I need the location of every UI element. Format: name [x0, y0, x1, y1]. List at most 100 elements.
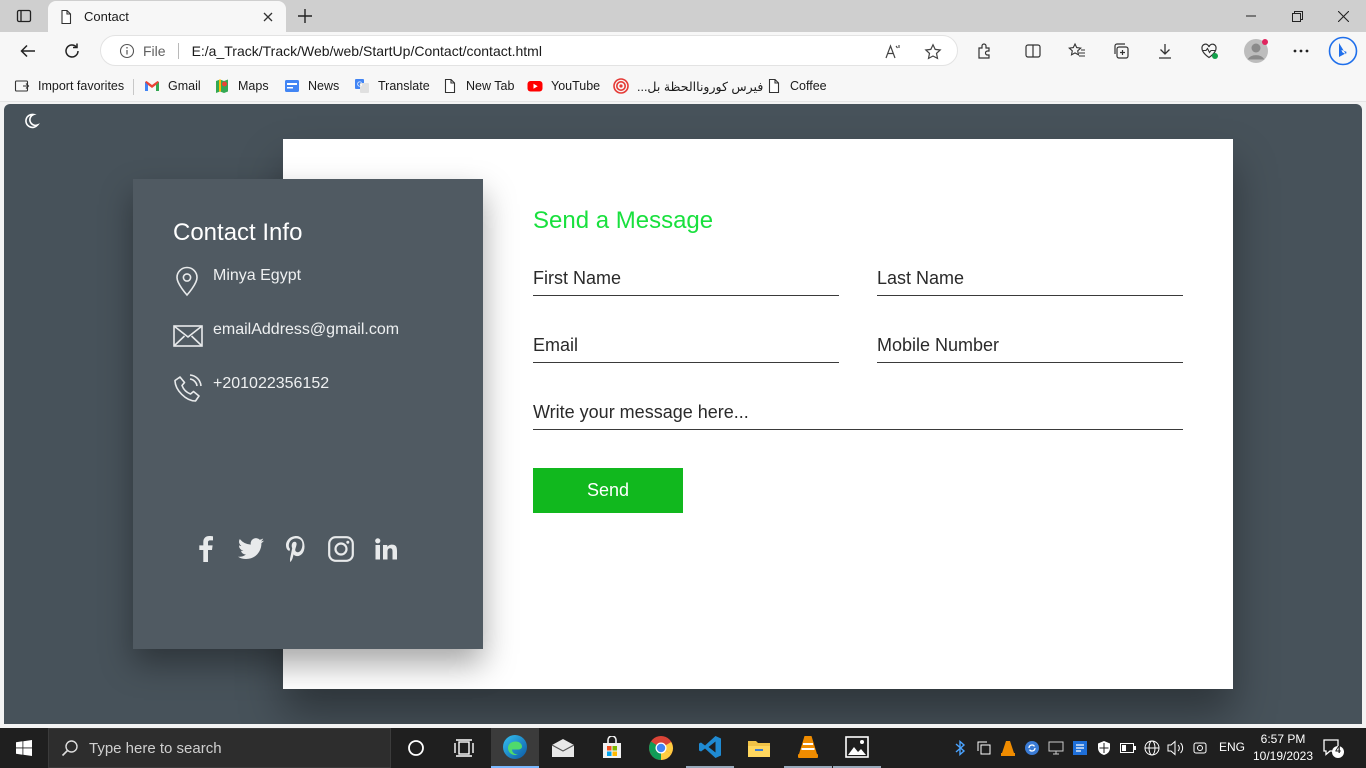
browser-toolbar: File E:/a_Track/Track/Web/web/StartUp/Co… [0, 32, 1366, 70]
favorite-star-icon[interactable] [924, 43, 942, 61]
news-icon [284, 78, 300, 94]
pinterest-icon[interactable] [283, 534, 309, 564]
page-icon [442, 78, 458, 94]
close-tab-icon[interactable] [260, 9, 276, 25]
favorite-news[interactable]: News [284, 77, 339, 95]
address-divider [177, 42, 179, 59]
browser-tab-contact[interactable]: Contact [48, 1, 286, 32]
email-input[interactable] [533, 329, 839, 362]
vlc-taskbar-icon[interactable] [784, 728, 832, 768]
last-name-input[interactable] [877, 262, 1183, 295]
favorite-youtube[interactable]: YouTube [527, 77, 600, 95]
browser-essentials-icon[interactable] [1194, 36, 1224, 66]
refresh-button[interactable] [57, 36, 87, 66]
search-placeholder: Type here to search [89, 739, 222, 757]
contact-info-title: Contact Info [173, 219, 303, 246]
favorite-label: Coffee [790, 79, 827, 93]
instagram-icon[interactable] [328, 534, 354, 564]
last-name-field[interactable] [877, 262, 1183, 296]
favorite-label: YouTube [551, 79, 601, 93]
clock-date: 10/19/2023 [1252, 749, 1314, 763]
url-text[interactable]: E:/a_Track/Track/Web/web/StartUp/Contact… [192, 43, 957, 59]
system-clock[interactable]: 6:57 PM 10/19/2023 [1248, 731, 1318, 765]
first-name-field[interactable] [533, 262, 839, 296]
minimize-button[interactable] [1228, 0, 1274, 32]
facebook-icon[interactable] [193, 534, 219, 564]
edge-taskbar-icon[interactable] [491, 728, 539, 768]
address-bar[interactable]: File E:/a_Track/Track/Web/web/StartUp/Co… [100, 35, 958, 66]
capture-icon[interactable] [1191, 739, 1209, 757]
mobile-field[interactable] [877, 329, 1183, 363]
favorite-translate[interactable]: G Translate [354, 77, 430, 95]
favorite-gmail[interactable]: Gmail [144, 77, 201, 95]
cortana-icon[interactable] [392, 728, 440, 768]
phone-icon [173, 373, 202, 405]
extensions-icon[interactable] [970, 36, 1000, 66]
location-text: Minya Egypt [213, 267, 302, 284]
task-view-icon[interactable] [440, 728, 488, 768]
tab-title: Contact [84, 9, 129, 24]
sync-icon[interactable] [1023, 739, 1041, 757]
security-icon[interactable] [1095, 739, 1113, 757]
email-text: emailAddress@gmail.com [213, 321, 400, 338]
profile-avatar[interactable] [1241, 36, 1271, 66]
collections-icon[interactable] [1106, 36, 1136, 66]
more-options-icon[interactable] [1286, 36, 1316, 66]
store-taskbar-icon[interactable] [588, 728, 636, 768]
message-field[interactable] [533, 396, 1183, 430]
file-explorer-taskbar-icon[interactable] [735, 728, 783, 768]
copy-icon[interactable] [975, 739, 993, 757]
search-icon [61, 739, 79, 757]
favorite-import[interactable]: Import favorites [14, 77, 124, 95]
monitor-icon[interactable] [1047, 739, 1065, 757]
favorites-divider [133, 79, 134, 95]
page-viewport: Send a Message Send Contact Info Minya E… [4, 104, 1362, 724]
favorite-label: New Tab [466, 79, 515, 93]
downloads-icon[interactable] [1150, 36, 1180, 66]
favorite-new-tab[interactable]: New Tab [442, 77, 514, 95]
bluetooth-icon[interactable] [951, 739, 969, 757]
translate-icon: G [354, 78, 370, 94]
send-button[interactable]: Send [533, 468, 683, 513]
taskbar-search[interactable]: Type here to search [48, 728, 391, 768]
vscode-taskbar-icon[interactable] [686, 728, 734, 768]
start-button[interactable] [0, 728, 48, 768]
tab-actions-icon[interactable] [8, 4, 40, 28]
volume-icon[interactable] [1167, 739, 1185, 757]
twitter-icon[interactable] [238, 534, 264, 564]
split-screen-icon[interactable] [1018, 36, 1048, 66]
read-aloud-icon[interactable] [884, 43, 902, 61]
chrome-taskbar-icon[interactable] [637, 728, 685, 768]
linkedin-icon[interactable] [373, 534, 399, 564]
bing-copilot-icon[interactable] [1326, 36, 1360, 66]
first-name-input[interactable] [533, 262, 839, 295]
email-field[interactable] [533, 329, 839, 363]
input-language[interactable]: ENG [1219, 740, 1245, 754]
info-icon[interactable] [119, 43, 135, 59]
new-tab-button[interactable] [292, 4, 318, 28]
globe-network-icon[interactable] [1143, 739, 1161, 757]
browser-tab-bar: Contact [0, 0, 1366, 32]
battery-icon[interactable] [1119, 739, 1137, 757]
favorite-arabic-link[interactable]: فيرس كوروناالحظة بل... [613, 77, 763, 95]
mobile-input[interactable] [877, 329, 1183, 362]
notification-center-icon[interactable]: 4 [1320, 736, 1346, 760]
close-window-button[interactable] [1320, 0, 1366, 32]
mail-taskbar-icon[interactable] [539, 728, 587, 768]
moon-icon[interactable] [22, 112, 40, 130]
message-input[interactable] [533, 396, 1183, 429]
favorite-label: Maps [238, 79, 269, 93]
email-row: emailAddress@gmail.com [173, 319, 399, 351]
favorite-coffee[interactable]: Coffee [766, 77, 827, 95]
location-row: Minya Egypt [173, 265, 301, 297]
back-button[interactable] [13, 36, 43, 66]
notification-count: 4 [1335, 745, 1341, 756]
restore-button[interactable] [1274, 0, 1320, 32]
favorites-icon[interactable] [1062, 36, 1092, 66]
network-monitor-icon[interactable] [1071, 739, 1089, 757]
favorite-maps[interactable]: Maps [214, 77, 269, 95]
photos-taskbar-icon[interactable] [833, 728, 881, 768]
vlc-tray-icon[interactable] [999, 739, 1017, 757]
favorites-bar: Import favorites Gmail Maps News G Trans… [0, 70, 1366, 102]
maps-icon [214, 78, 230, 94]
